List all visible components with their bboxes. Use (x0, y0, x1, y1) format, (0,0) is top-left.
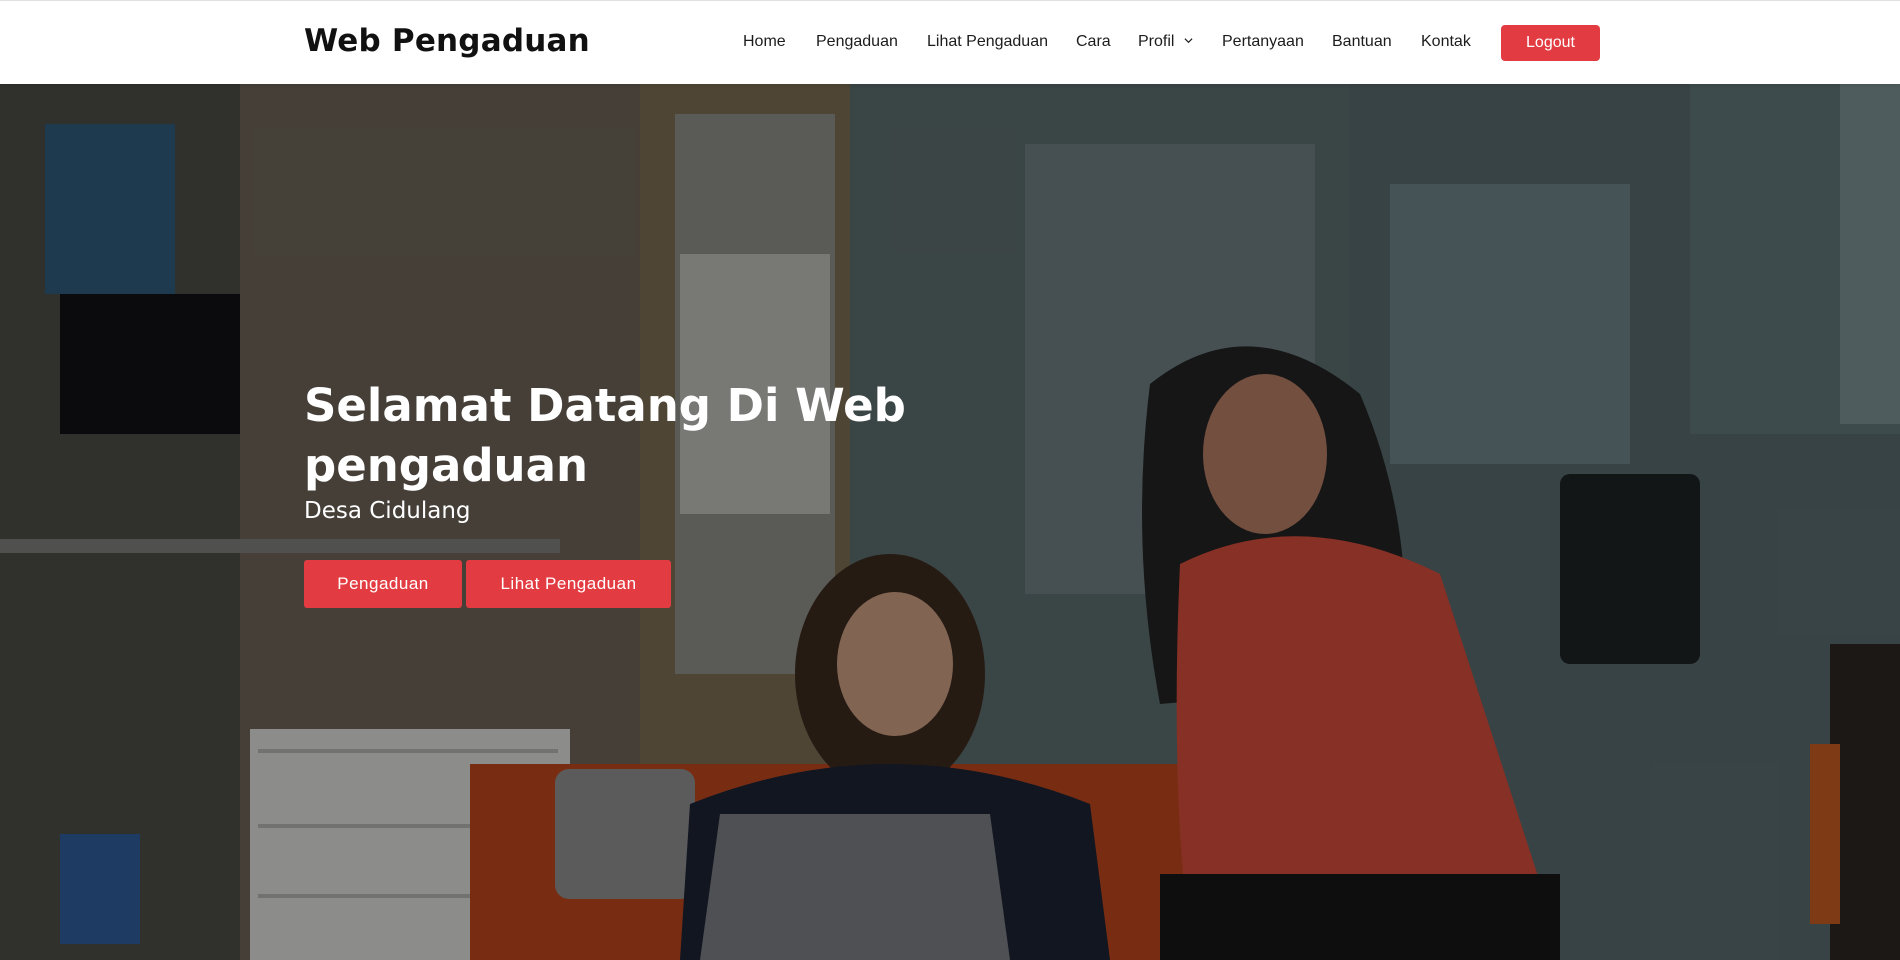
nav-kontak[interactable]: Kontak (1421, 33, 1471, 51)
site-header: Web Pengaduan Home Pengaduan Lihat Penga… (0, 0, 1900, 84)
nav-profil[interactable]: Profil (1138, 33, 1193, 51)
chevron-down-icon (1184, 38, 1193, 44)
nav-home[interactable]: Home (743, 33, 786, 51)
hero-section: Selamat Datang Di Web pengaduan Desa Cid… (0, 84, 1900, 960)
hero-overlay (0, 84, 1900, 960)
lihat-pengaduan-button[interactable]: Lihat Pengaduan (466, 560, 671, 608)
nav-lihat-pengaduan[interactable]: Lihat Pengaduan (927, 33, 1048, 51)
nav-bantuan[interactable]: Bantuan (1332, 33, 1392, 51)
nav-profil-label: Profil (1138, 33, 1175, 50)
pengaduan-button[interactable]: Pengaduan (304, 560, 462, 608)
nav-pengaduan[interactable]: Pengaduan (816, 33, 898, 51)
hero-subtitle: Desa Cidulang (304, 498, 471, 524)
logout-button[interactable]: Logout (1501, 25, 1600, 61)
hero-title: Selamat Datang Di Web pengaduan (304, 379, 906, 492)
nav-pertanyaan[interactable]: Pertanyaan (1222, 33, 1304, 51)
nav-cara[interactable]: Cara (1076, 33, 1111, 51)
main-nav: Home Pengaduan Lihat Pengaduan Cara Prof… (0, 25, 1900, 61)
